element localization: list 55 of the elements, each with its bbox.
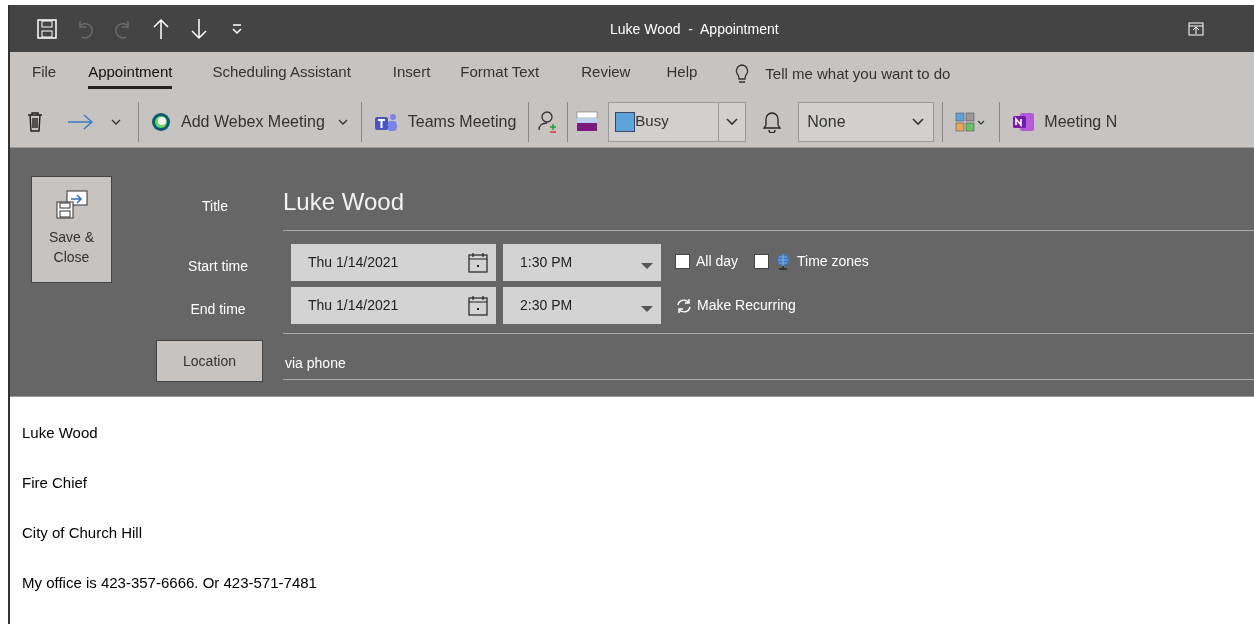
- make-recurring-button[interactable]: Make Recurring: [675, 295, 796, 316]
- all-day-checkbox[interactable]: [675, 254, 690, 269]
- location-field[interactable]: via phone: [285, 353, 346, 374]
- teams-meeting-button[interactable]: Teams Meeting: [369, 109, 521, 134]
- caret-icon: [641, 262, 653, 269]
- body-text-line: Fire Chief: [22, 473, 89, 493]
- location-button[interactable]: Location: [156, 340, 263, 382]
- search-field[interactable]: Tell me what you want to do: [765, 62, 951, 86]
- onenote-logo-icon: [1012, 110, 1035, 133]
- ribbon-tab[interactable]: Review: [581, 58, 631, 90]
- reminder-dropdown[interactable]: None: [798, 101, 935, 142]
- calendar-icon[interactable]: [468, 295, 488, 316]
- caret-icon: [641, 305, 653, 312]
- save-close-button[interactable]: Save & Close: [31, 176, 112, 283]
- checkbox-label: All day: [696, 252, 739, 271]
- bell-icon[interactable]: [762, 110, 783, 133]
- webex-button[interactable]: Add Webex Meeting: [147, 109, 353, 134]
- body-text-line: City of Church Hill: [22, 523, 144, 543]
- ribbon-tab[interactable]: Help: [666, 58, 698, 90]
- down-arrow-icon[interactable]: [188, 17, 210, 40]
- caret-icon: [911, 117, 926, 126]
- body-text-line: Luke Wood: [22, 423, 99, 443]
- recurring-icon: [675, 296, 693, 315]
- categorize-icon[interactable]: [955, 111, 986, 132]
- ribbon-tab[interactable]: Insert: [392, 58, 431, 90]
- caret-icon: [336, 117, 349, 126]
- body-text-line: My office is 423-357-6666. Or 423-571-7481: [22, 573, 318, 593]
- globe-icon: [775, 253, 792, 270]
- calendar-icon[interactable]: [468, 252, 488, 273]
- save-close-icon: [54, 189, 89, 221]
- time-dropdown[interactable]: 1:30 PM: [503, 244, 661, 281]
- checkbox-label: Time zones: [797, 252, 869, 271]
- ribbon-tab[interactable]: Format Text: [460, 58, 540, 90]
- caret-icon[interactable]: [110, 117, 122, 126]
- field-label: Start time: [187, 257, 249, 276]
- date-field[interactable]: Thu 1/14/2021: [291, 244, 496, 281]
- field-label: End time: [189, 300, 247, 319]
- webex-logo-icon: [151, 111, 171, 132]
- restore-ribbon-icon[interactable]: [1188, 22, 1204, 36]
- save-icon[interactable]: [36, 17, 58, 40]
- ribbon-tab[interactable]: Appointment: [88, 58, 173, 90]
- time-dropdown[interactable]: 2:30 PM: [503, 287, 661, 324]
- field-label: Title: [201, 197, 229, 216]
- onenote-meeting-notes-button[interactable]: Meeting N: [1012, 109, 1118, 134]
- show-as-icon[interactable]: [576, 111, 599, 132]
- title-field[interactable]: Luke Wood: [283, 184, 404, 220]
- teams-logo-icon: [373, 111, 398, 132]
- time-zones-checkbox[interactable]: [754, 254, 770, 269]
- caret-icon: [725, 117, 740, 126]
- ribbon-tab[interactable]: Scheduling Assistant: [212, 58, 351, 90]
- ribbon-tab[interactable]: File: [32, 58, 57, 90]
- date-field[interactable]: Thu 1/14/2021: [291, 287, 496, 324]
- trash-icon[interactable]: [26, 110, 44, 133]
- status-dropdown[interactable]: Busy: [608, 101, 747, 142]
- window-title: Luke Wood - Appointment: [610, 20, 779, 39]
